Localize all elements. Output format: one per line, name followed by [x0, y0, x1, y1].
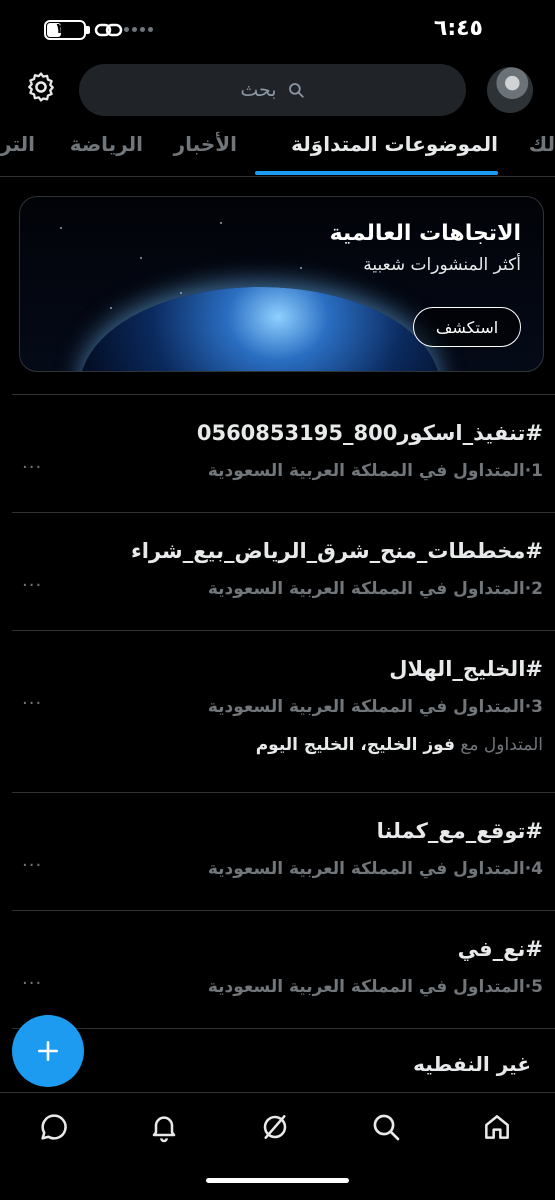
more-options-icon[interactable]: ···: [22, 973, 42, 994]
plus-icon: [38, 1041, 58, 1061]
more-options-icon[interactable]: ···: [22, 457, 42, 478]
tab-sports[interactable]: الرياضة: [70, 132, 143, 156]
trend-title[interactable]: غير النفطيه: [413, 1052, 531, 1076]
tab-news[interactable]: الأخبار: [174, 132, 237, 156]
trend-item[interactable]: #توقع_مع_كملنا 4·المتداول في المملكة الع…: [12, 792, 555, 910]
trend-title: #مخططات_منح_شرق_الرياض_بيع_شراء: [131, 539, 543, 563]
trend-item[interactable]: #نع_في 5·المتداول في المملكة العربية الس…: [12, 910, 555, 1028]
related-prefix: المتداول مع: [460, 735, 543, 755]
more-options-icon[interactable]: ···: [22, 575, 42, 596]
search-input[interactable]: بحث: [79, 64, 466, 116]
more-options-icon[interactable]: ···: [22, 693, 42, 714]
trend-meta: 1·المتداول في المملكة العربية السعودية: [207, 461, 543, 481]
trend-item[interactable]: #مخططات_منح_شرق_الرياض_بيع_شراء 2·المتدا…: [12, 512, 555, 630]
battery-icon: ٣٧: [44, 20, 86, 40]
settings-gear-icon[interactable]: [24, 70, 58, 104]
trend-meta: 3·المتداول في المملكة العربية السعودية: [207, 697, 543, 717]
grok-icon[interactable]: [259, 1111, 291, 1143]
status-bar: ٣٧ ٦:٤٥: [0, 0, 555, 62]
active-tab-indicator: [255, 171, 498, 175]
home-icon[interactable]: [481, 1111, 513, 1143]
trend-title: #توقع_مع_كملنا: [376, 819, 543, 843]
tab-trending[interactable]: الموضوعات المتداوَلة: [291, 132, 498, 156]
related-topics: فوز الخليج، الخليج اليوم: [255, 735, 455, 755]
search-icon[interactable]: [370, 1111, 402, 1143]
battery-tip: [86, 26, 90, 34]
trend-title: #نع_في: [457, 937, 543, 961]
status-time: ٦:٤٥: [433, 16, 483, 41]
explore-button[interactable]: استكشف: [413, 307, 521, 347]
banner-title: الاتجاهات العالمية: [329, 221, 521, 246]
banner-subtitle: أكثر المنشورات شعبية: [363, 255, 521, 275]
bottom-nav: [0, 1092, 555, 1200]
tab-bar: لك الموضوعات المتداوَلة الأخبار الرياضة …: [0, 124, 555, 176]
battery-percent: ٣٧: [56, 21, 74, 37]
trend-title: #الخليج_الهلال: [389, 657, 543, 681]
more-options-icon[interactable]: ···: [22, 855, 42, 876]
search-placeholder: بحث: [240, 79, 277, 101]
trend-title: #تنفيذ_اسكور800_0560853195: [196, 421, 543, 445]
tab-for-you[interactable]: لك: [529, 132, 555, 156]
divider: [0, 176, 555, 177]
trend-meta: 5·المتداول في المملكة العربية السعودية: [207, 977, 543, 997]
trend-item[interactable]: #تنفيذ_اسكور800_0560853195 1·المتداول في…: [12, 394, 555, 512]
link-icon: [94, 23, 123, 37]
trend-meta: 4·المتداول في المملكة العربية السعودية: [207, 859, 543, 879]
tab-entertainment[interactable]: التر: [0, 132, 35, 156]
home-indicator: [206, 1178, 349, 1183]
trend-meta: 2·المتداول في المملكة العربية السعودية: [207, 579, 543, 599]
notifications-icon[interactable]: [148, 1111, 180, 1143]
trend-item[interactable]: #الخليج_الهلال 3·المتداول في المملكة الع…: [12, 630, 555, 792]
trend-related: المتداول مع فوز الخليج، الخليج اليوم: [256, 735, 543, 755]
messages-icon[interactable]: [38, 1111, 70, 1143]
search-icon: [288, 83, 304, 98]
profile-avatar[interactable]: [487, 67, 533, 113]
global-trends-banner[interactable]: الاتجاهات العالمية أكثر المنشورات شعبية …: [19, 196, 544, 372]
signal-icon: [124, 27, 153, 32]
earth-image: [80, 287, 440, 371]
compose-button[interactable]: [12, 1015, 84, 1087]
